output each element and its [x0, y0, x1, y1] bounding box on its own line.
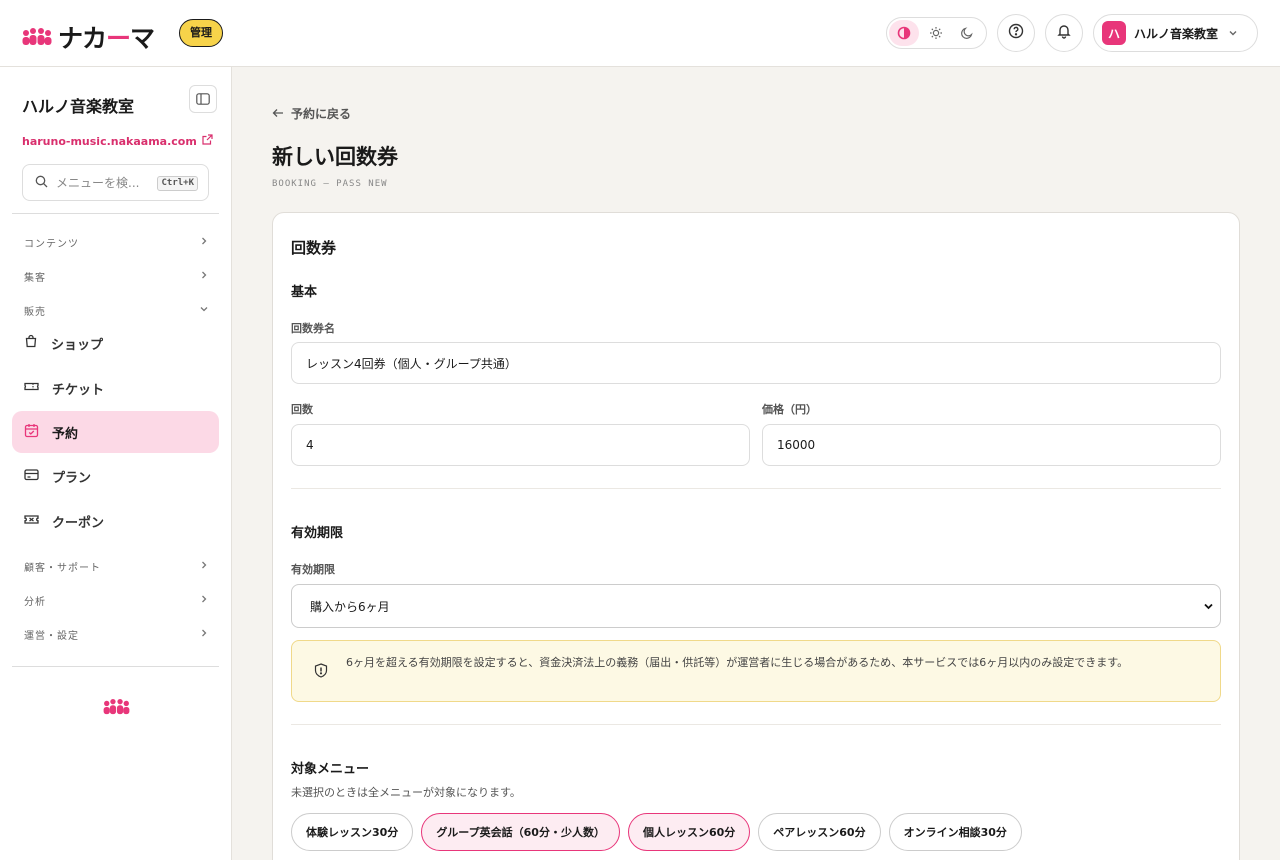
bell-icon [1056, 23, 1072, 43]
basic-heading: 基本 [291, 285, 318, 300]
sidebar-panel-icon [196, 90, 210, 109]
chevron-down-icon [1203, 601, 1214, 615]
sidebar-divider [12, 666, 219, 667]
section-sales[interactable]: 販売 [24, 303, 209, 318]
chevron-right-icon [199, 560, 209, 573]
sun-icon[interactable] [921, 20, 951, 46]
bag-icon [24, 334, 38, 352]
menu-chip-pair[interactable]: ペアレッスン60分 [758, 813, 881, 851]
contrast-icon[interactable] [889, 20, 919, 46]
section-customer[interactable]: 顧客・サポート [24, 559, 209, 574]
menu-chips: 体験レッスン30分 グループ英会話（60分・少人数） 個人レッスン60分 ペアレ… [291, 813, 1022, 851]
back-link[interactable]: 予約に戻る [272, 105, 351, 122]
section-settings[interactable]: 運営・設定 [24, 627, 209, 642]
price-input[interactable]: 16000 [762, 424, 1221, 466]
chevron-down-icon [199, 304, 209, 317]
pass-name-label: 回数券名 [291, 322, 335, 335]
section-label: 顧客・サポート [24, 563, 101, 574]
help-icon [1008, 23, 1024, 43]
section-label: 集客 [24, 273, 46, 284]
validity-notice: 6ヶ月を超える有効期限を設定すると、資金決済法上の義務（届出・供託等）が運営者に… [291, 640, 1221, 702]
card-icon [24, 468, 39, 485]
sidebar-item-label: 予約 [52, 426, 79, 442]
arrow-left-icon [272, 107, 284, 121]
chevron-right-icon [199, 594, 209, 607]
search-shortcut: Ctrl+K [157, 176, 198, 191]
brand-logo[interactable]: ナカーマ [22, 19, 155, 55]
sidebar-item-label: クーポン [52, 515, 105, 531]
sidebar-divider [12, 213, 219, 214]
footer-logo-icon [103, 699, 130, 715]
coupon-icon [24, 513, 39, 530]
search-placeholder: メニューを検... [56, 176, 140, 190]
pass-name-input[interactable]: レッスン4回券（個人・グループ共通） [291, 342, 1221, 384]
section-label: コンテンツ [24, 239, 79, 250]
page-title: 新しい回数券 [272, 145, 398, 169]
validity-heading: 有効期限 [291, 526, 344, 541]
sidebar-search[interactable]: メニューを検... Ctrl+K [22, 164, 209, 201]
chevron-right-icon [199, 236, 209, 249]
section-label: 分析 [24, 597, 46, 608]
chevron-down-icon [1227, 27, 1239, 39]
sidebar-item-coupon[interactable]: クーポン [12, 500, 219, 542]
sidebar-item-label: ショップ [51, 337, 104, 353]
people-logo-icon [22, 28, 52, 46]
validity-selected-value: 購入から6ヶ月 [310, 599, 390, 614]
sidebar-item-booking[interactable]: 予約 [12, 411, 219, 453]
notice-text: 6ヶ月を超える有効期限を設定すると、資金決済法上の義務（届出・供託等）が運営者に… [346, 656, 1129, 669]
count-label: 回数 [291, 403, 313, 416]
back-label: 予約に戻る [291, 107, 352, 121]
top-bar: ナカーマ 管理 ハ ハルノ音楽教室 [0, 0, 1280, 67]
brand-name: ナカーマ [58, 24, 155, 53]
menu-heading: 対象メニュー [291, 762, 370, 777]
search-icon [35, 173, 48, 192]
count-input[interactable]: 4 [291, 424, 750, 466]
account-name: ハルノ音楽教室 [1134, 26, 1219, 41]
sidebar-item-label: チケット [52, 382, 105, 398]
menu-chip-trial[interactable]: 体験レッスン30分 [291, 813, 414, 851]
chevron-right-icon [199, 270, 209, 283]
external-link-icon [202, 134, 213, 148]
section-contents[interactable]: コンテンツ [24, 235, 209, 250]
page-subtitle: BOOKING — PASS NEW [272, 179, 388, 189]
account-avatar: ハ [1102, 21, 1126, 45]
notifications-button[interactable] [1045, 14, 1083, 52]
sidebar-collapse-button[interactable] [189, 85, 217, 113]
validity-label: 有効期限 [291, 563, 335, 576]
menu-chip-group-english[interactable]: グループ英会話（60分・少人数） [421, 813, 620, 851]
theme-toggle [886, 17, 987, 49]
section-marketing[interactable]: 集客 [24, 269, 209, 284]
sidebar-item-label: プラン [52, 470, 92, 486]
admin-badge: 管理 [179, 19, 223, 47]
section-divider [291, 724, 1221, 725]
moon-icon[interactable] [952, 20, 982, 46]
org-url-text: haruno-music.nakaama.com [22, 134, 197, 148]
sidebar-item-shop[interactable]: ショップ [12, 322, 219, 364]
org-name: ハルノ音楽教室 [22, 97, 135, 116]
sidebar: ハルノ音楽教室 haruno-music.nakaama.com メニューを検.… [0, 67, 232, 860]
section-label: 販売 [24, 307, 46, 318]
org-url-link[interactable]: haruno-music.nakaama.com [22, 134, 213, 148]
section-divider [291, 488, 1221, 489]
price-label: 価格（円） [762, 403, 817, 416]
shield-icon [314, 663, 328, 682]
pass-form-card: 回数券 基本 回数券名 レッスン4回券（個人・グループ共通） 回数 4 価格（円… [272, 212, 1240, 860]
menu-chip-private[interactable]: 個人レッスン60分 [627, 813, 751, 851]
calendar-check-icon [24, 423, 39, 442]
menu-hint: 未選択のときは全メニューが対象になります。 [291, 786, 521, 799]
account-menu[interactable]: ハ ハルノ音楽教室 [1093, 14, 1258, 52]
validity-select[interactable]: 購入から6ヶ月 [291, 584, 1221, 628]
chevron-right-icon [199, 628, 209, 641]
help-button[interactable] [997, 14, 1035, 52]
menu-chip-online[interactable]: オンライン相談30分 [888, 813, 1022, 851]
section-analytics[interactable]: 分析 [24, 593, 209, 608]
ticket-icon [24, 380, 39, 397]
card-title: 回数券 [291, 239, 337, 257]
sidebar-item-ticket[interactable]: チケット [12, 367, 219, 409]
section-label: 運営・設定 [24, 631, 79, 642]
sidebar-item-plan[interactable]: プラン [12, 455, 219, 497]
